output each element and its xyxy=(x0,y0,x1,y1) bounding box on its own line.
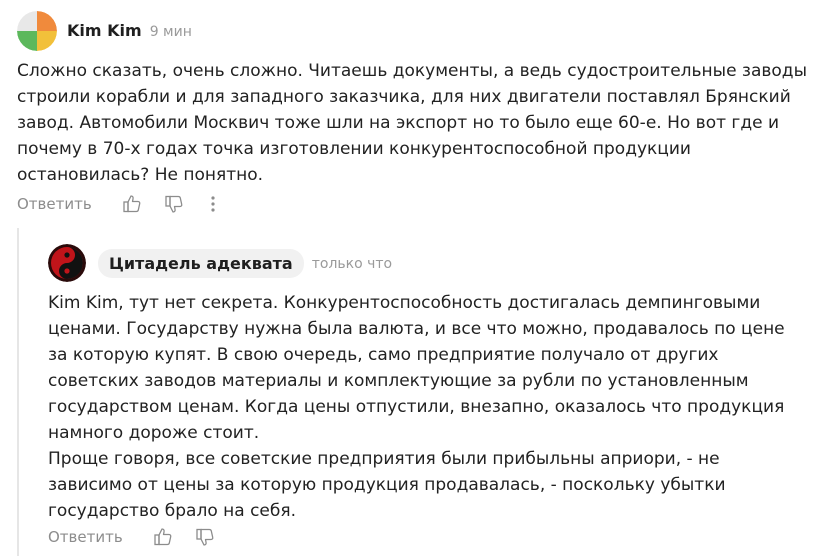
thumbs-up-icon xyxy=(154,528,172,546)
comment-header: Kim Kim 9 мин xyxy=(67,21,192,40)
thumbs-up-icon xyxy=(123,195,141,213)
multicolor-circle-avatar-icon xyxy=(17,11,57,51)
avatar-citadel[interactable] xyxy=(48,244,86,282)
thumbs-down-icon xyxy=(196,528,214,546)
dislike-button[interactable] xyxy=(164,194,184,214)
comment-header: Цитадель адекватa только что xyxy=(98,249,392,278)
more-options-button[interactable] xyxy=(210,195,216,213)
comment-actions: Ответить xyxy=(48,527,215,547)
thumbs-down-icon xyxy=(165,195,183,213)
dislike-button[interactable] xyxy=(195,527,215,547)
comment-time: 9 мин xyxy=(149,24,192,40)
comment-actions: Ответить xyxy=(17,194,216,214)
comment-author[interactable]: Kim Kim xyxy=(67,21,142,40)
like-button[interactable] xyxy=(122,194,142,214)
reply-button[interactable]: Ответить xyxy=(48,528,123,546)
reply-button[interactable]: Ответить xyxy=(17,195,92,213)
avatar-kim-kim[interactable] xyxy=(17,11,57,51)
more-vertical-icon xyxy=(211,196,215,212)
comment-time: только что xyxy=(311,255,393,272)
thread-line xyxy=(17,228,19,556)
like-button[interactable] xyxy=(153,527,173,547)
comment-text: Сложно сказать, очень сложно. Читаешь до… xyxy=(17,61,807,185)
yin-yang-avatar-icon xyxy=(48,244,86,282)
comment-author[interactable]: Цитадель адекватa xyxy=(98,249,304,278)
comment-text: Kim Kim, тут нет секрета. Конкурентоспос… xyxy=(48,293,785,521)
